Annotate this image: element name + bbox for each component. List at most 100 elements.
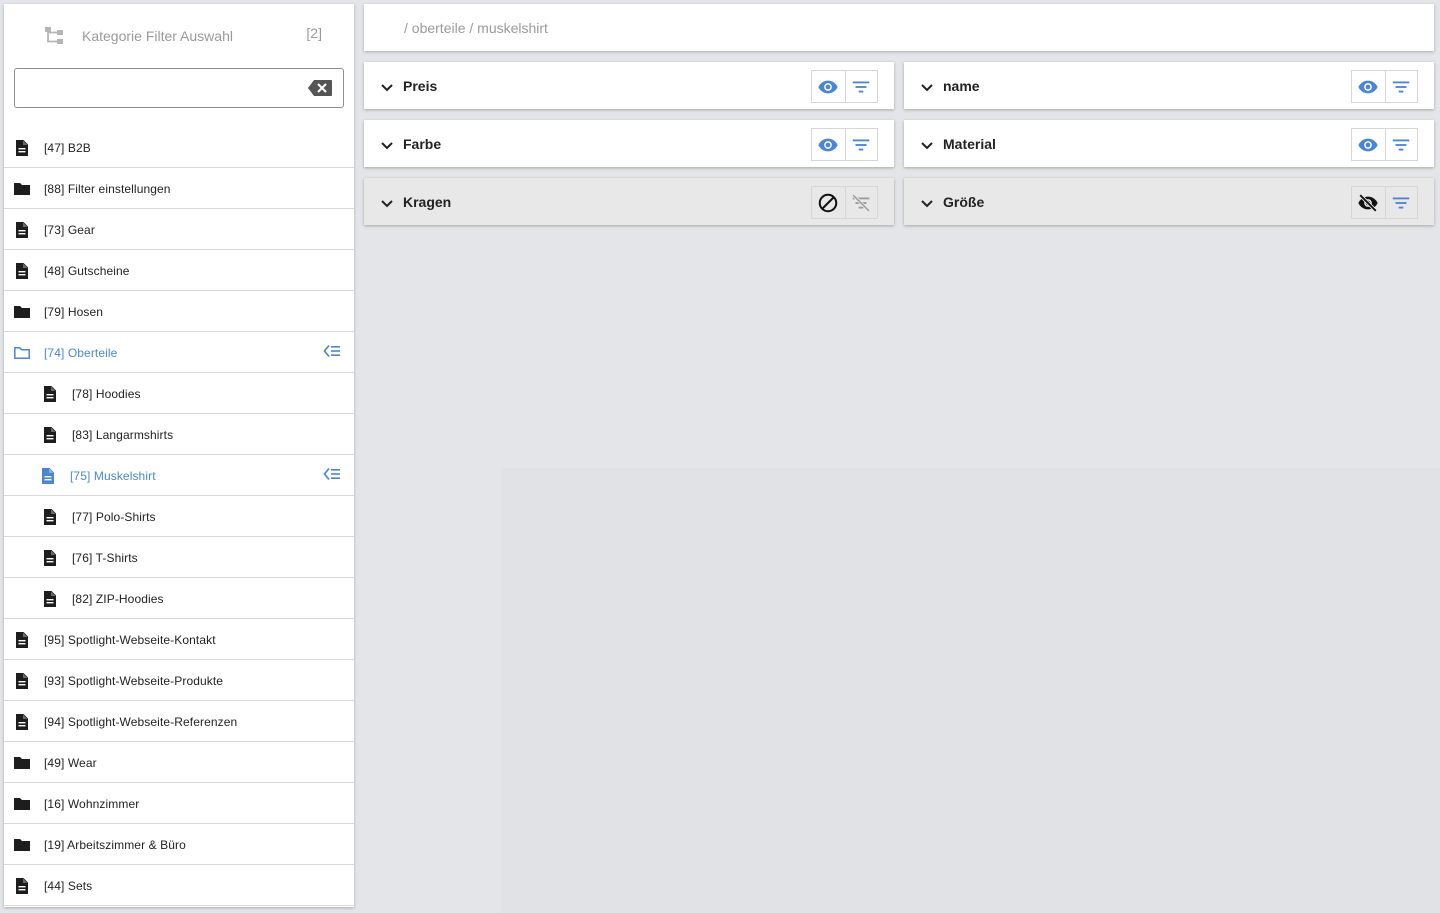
chevron-down-icon[interactable] xyxy=(380,196,394,208)
tree-item-label: [19] Arbeitszimmer & Büro xyxy=(44,838,186,852)
breadcrumb-path: / oberteile / muskelshirt xyxy=(404,20,548,36)
visibility-icon[interactable] xyxy=(1352,71,1385,102)
tree-icon xyxy=(45,27,63,44)
document-icon xyxy=(41,508,59,526)
tree-item-label: [95] Spotlight-Webseite-Kontakt xyxy=(44,633,216,647)
tree-item[interactable]: [44] Sets xyxy=(4,865,354,906)
filter-icon[interactable] xyxy=(844,129,877,160)
tree-item[interactable]: [82] ZIP-Hoodies xyxy=(4,578,354,619)
navigate-to-category-icon[interactable] xyxy=(323,467,341,481)
filter-actions xyxy=(811,128,878,161)
search-box xyxy=(14,68,344,108)
filter-actions xyxy=(1351,186,1418,219)
tree-item[interactable]: [93] Spotlight-Webseite-Produkte xyxy=(4,660,354,701)
filter-actions xyxy=(1351,128,1418,161)
filter-name: Größe xyxy=(943,194,985,210)
tree-item-label: [48] Gutscheine xyxy=(44,264,130,278)
chevron-down-icon[interactable] xyxy=(380,138,394,150)
tree-item-label: [83] Langarmshirts xyxy=(72,428,174,442)
block-icon[interactable] xyxy=(812,187,845,218)
filter-name: name xyxy=(943,78,980,94)
tree-item-label: [78] Hoodies xyxy=(72,387,141,401)
filter-actions xyxy=(1351,70,1418,103)
filter-icon[interactable] xyxy=(1384,129,1417,160)
document-icon xyxy=(13,713,31,731)
backspace-clear-icon[interactable] xyxy=(307,79,333,97)
tree-item[interactable]: [48] Gutscheine xyxy=(4,250,354,291)
filter-name: Farbe xyxy=(403,136,442,152)
chevron-down-icon[interactable] xyxy=(380,80,394,92)
visibility-icon[interactable] xyxy=(812,129,845,160)
search-input[interactable] xyxy=(25,77,305,99)
tree-item[interactable]: [16] Wohnzimmer xyxy=(4,783,354,824)
tree-item-label: [82] ZIP-Hoodies xyxy=(72,592,164,606)
folder-icon xyxy=(13,836,31,854)
document-icon xyxy=(39,467,57,485)
chevron-down-icon[interactable] xyxy=(920,138,934,150)
document-icon xyxy=(13,139,31,157)
tree-item[interactable]: [74] Oberteile xyxy=(4,332,354,373)
tree-item[interactable]: [47] B2B xyxy=(4,127,354,168)
folder-icon xyxy=(13,754,31,772)
filter-icon[interactable] xyxy=(1384,187,1417,218)
visibility-icon[interactable] xyxy=(1352,129,1385,160)
document-icon xyxy=(41,426,59,444)
tree-item-label: [49] Wear xyxy=(44,756,97,770)
tree-item[interactable]: [49] Wear xyxy=(4,742,354,783)
folder-icon xyxy=(13,180,31,198)
filter-off-icon[interactable] xyxy=(844,187,877,218)
filter-icon[interactable] xyxy=(1384,71,1417,102)
filter-icon[interactable] xyxy=(844,71,877,102)
filter-card: Kragen xyxy=(364,178,894,225)
tree-item-label: [76] T-Shirts xyxy=(72,551,138,565)
tree-item[interactable]: [75] Muskelshirt xyxy=(4,455,354,496)
folder-open-icon xyxy=(13,344,31,362)
document-icon xyxy=(13,221,31,239)
category-sidebar: Kategorie Filter Auswahl [2] [47] B2B [88… xyxy=(4,4,354,907)
navigate-to-category-icon[interactable] xyxy=(323,344,341,358)
visibility-icon[interactable] xyxy=(812,71,845,102)
chevron-down-icon[interactable] xyxy=(920,196,934,208)
tree-item-label: [75] Muskelshirt xyxy=(70,469,156,483)
tree-item-label: [74] Oberteile xyxy=(44,346,118,360)
tree-item[interactable]: [88] Filter einstellungen xyxy=(4,168,354,209)
filter-card: name xyxy=(904,62,1434,109)
tree-item[interactable]: [94] Spotlight-Webseite-Referenzen xyxy=(4,701,354,742)
tree-item-label: [16] Wohnzimmer xyxy=(44,797,140,811)
filter-name: Kragen xyxy=(403,194,452,210)
folder-icon xyxy=(13,795,31,813)
document-icon xyxy=(13,672,31,690)
filter-card: Größe xyxy=(904,178,1434,225)
visibility-off-icon[interactable] xyxy=(1352,187,1385,218)
tree-item[interactable]: [19] Arbeitszimmer & Büro xyxy=(4,824,354,865)
selection-count: [2] xyxy=(306,25,322,41)
tree-item[interactable]: [77] Polo-Shirts xyxy=(4,496,354,537)
folder-icon xyxy=(13,303,31,321)
tree-item-label: [93] Spotlight-Webseite-Produkte xyxy=(44,674,224,688)
tree-item[interactable]: [95] Spotlight-Webseite-Kontakt xyxy=(4,619,354,660)
filter-card: Preis xyxy=(364,62,894,109)
category-tree: [47] B2B [88] Filter einstellungen [73] Ge… xyxy=(4,127,354,906)
filter-name: Preis xyxy=(403,78,438,94)
filter-name: Material xyxy=(943,136,996,152)
sidebar-title: Kategorie Filter Auswahl xyxy=(82,28,233,44)
filter-card: Material xyxy=(904,120,1434,167)
tree-item[interactable]: [76] T-Shirts xyxy=(4,537,354,578)
tree-item-label: [47] B2B xyxy=(44,141,91,155)
document-icon xyxy=(13,631,31,649)
tree-item-label: [44] Sets xyxy=(44,879,93,893)
document-icon xyxy=(13,262,31,280)
filter-actions xyxy=(811,186,878,219)
tree-item-label: [73] Gear xyxy=(44,223,95,237)
document-icon xyxy=(13,877,31,895)
tree-item[interactable]: [83] Langarmshirts xyxy=(4,414,354,455)
tree-item[interactable]: [79] Hosen xyxy=(4,291,354,332)
tree-item-label: [77] Polo-Shirts xyxy=(72,510,156,524)
tree-item-label: [88] Filter einstellungen xyxy=(44,182,171,196)
tree-item[interactable]: [73] Gear xyxy=(4,209,354,250)
tree-item[interactable]: [78] Hoodies xyxy=(4,373,354,414)
filter-actions xyxy=(811,70,878,103)
document-icon xyxy=(41,385,59,403)
chevron-down-icon[interactable] xyxy=(920,80,934,92)
sidebar-header: Kategorie Filter Auswahl [2] xyxy=(4,4,354,66)
